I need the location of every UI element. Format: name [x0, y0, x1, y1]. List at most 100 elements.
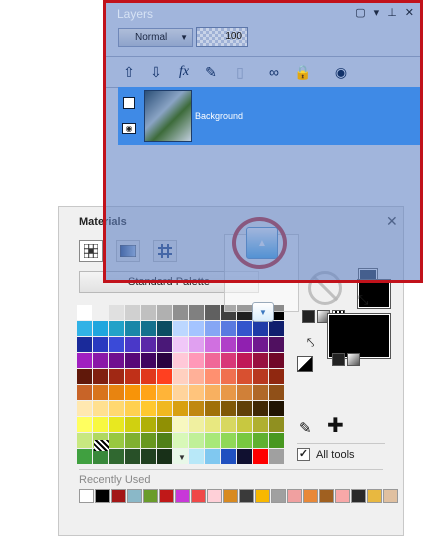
color-swatch[interactable]	[141, 385, 156, 400]
color-swatch[interactable]	[253, 321, 268, 336]
color-swatch[interactable]	[253, 433, 268, 448]
color-swatch[interactable]	[221, 369, 236, 384]
color-swatch[interactable]	[237, 449, 252, 464]
recent-color-swatch[interactable]	[335, 489, 350, 503]
recent-color-swatch[interactable]	[127, 489, 142, 503]
color-swatch[interactable]	[253, 353, 268, 368]
pin-icon[interactable]: ⊥	[387, 6, 397, 19]
solid-style-icon[interactable]	[332, 353, 345, 366]
color-swatch[interactable]	[77, 337, 92, 352]
color-swatch[interactable]	[269, 449, 284, 464]
color-swatch[interactable]	[205, 385, 220, 400]
color-swatch[interactable]	[109, 321, 124, 336]
color-swatch[interactable]	[141, 337, 156, 352]
color-swatch[interactable]	[237, 337, 252, 352]
color-swatch[interactable]	[173, 337, 188, 352]
color-swatch[interactable]	[77, 417, 92, 432]
color-swatch[interactable]	[157, 401, 172, 416]
color-swatch[interactable]	[125, 417, 140, 432]
move-layer-up-icon[interactable]: ⇧	[119, 62, 139, 82]
color-swatch[interactable]	[269, 433, 284, 448]
link-icon[interactable]: ∞	[264, 62, 284, 82]
color-swatch[interactable]	[125, 401, 140, 416]
color-swatch[interactable]	[173, 353, 188, 368]
layer-mask-icon[interactable]: ▯	[230, 62, 250, 82]
color-swatch[interactable]	[269, 401, 284, 416]
color-swatch[interactable]	[125, 337, 140, 352]
color-swatch[interactable]	[125, 385, 140, 400]
color-swatch[interactable]	[77, 433, 92, 448]
eyedropper-icon[interactable]: ✎	[299, 419, 312, 437]
pattern-swatch[interactable]	[94, 440, 109, 451]
color-swatch[interactable]	[77, 401, 92, 416]
background-color-swatch[interactable]	[327, 313, 391, 359]
color-swatch[interactable]	[221, 321, 236, 336]
recent-color-swatch[interactable]	[223, 489, 238, 503]
color-swatch[interactable]	[189, 449, 204, 464]
color-swatch[interactable]	[157, 321, 172, 336]
color-swatch[interactable]	[77, 385, 92, 400]
color-swatch[interactable]	[77, 321, 92, 336]
color-swatch[interactable]	[93, 337, 108, 352]
reset-colors-icon[interactable]	[297, 356, 313, 372]
color-swatch[interactable]	[125, 433, 140, 448]
color-swatch[interactable]	[205, 305, 220, 320]
color-swatch[interactable]	[141, 353, 156, 368]
color-swatch[interactable]	[237, 417, 252, 432]
color-swatch[interactable]	[93, 385, 108, 400]
color-swatch[interactable]	[141, 321, 156, 336]
color-swatch[interactable]	[109, 401, 124, 416]
color-swatch[interactable]	[157, 353, 172, 368]
color-swatch[interactable]	[237, 321, 252, 336]
dock-bottom-button[interactable]: ▼	[252, 302, 274, 322]
color-swatch[interactable]	[189, 321, 204, 336]
color-swatch[interactable]	[269, 369, 284, 384]
all-tools-option[interactable]: ✓ All tools	[297, 448, 355, 461]
color-swatch[interactable]	[93, 369, 108, 384]
color-swatch[interactable]	[173, 401, 188, 416]
menu-chevron-icon[interactable]: ▾	[374, 6, 380, 19]
color-swatch[interactable]	[173, 433, 188, 448]
color-swatch[interactable]	[189, 433, 204, 448]
color-swatch[interactable]	[141, 433, 156, 448]
color-swatch[interactable]	[77, 305, 92, 320]
color-swatch[interactable]	[125, 321, 140, 336]
color-swatch[interactable]	[157, 433, 172, 448]
color-swatch[interactable]	[173, 321, 188, 336]
color-swatch[interactable]	[109, 369, 124, 384]
recent-color-swatch[interactable]	[319, 489, 334, 503]
color-swatch[interactable]	[189, 305, 204, 320]
recent-color-swatch[interactable]	[287, 489, 302, 503]
color-swatch[interactable]	[253, 417, 268, 432]
color-swatch[interactable]	[205, 321, 220, 336]
color-swatch[interactable]	[141, 369, 156, 384]
recent-color-swatch[interactable]	[143, 489, 158, 503]
color-swatch[interactable]	[269, 385, 284, 400]
eye-icon[interactable]: ◉	[122, 123, 136, 134]
color-swatch[interactable]	[221, 385, 236, 400]
color-swatch[interactable]	[269, 353, 284, 368]
color-swatch[interactable]	[77, 449, 92, 464]
color-swatch[interactable]	[253, 337, 268, 352]
move-layer-down-icon[interactable]: ⇩	[146, 62, 166, 82]
color-swatch[interactable]	[189, 401, 204, 416]
color-swatch[interactable]	[173, 417, 188, 432]
color-swatch[interactable]	[125, 449, 140, 464]
color-swatch[interactable]	[189, 369, 204, 384]
color-swatch[interactable]	[93, 449, 108, 464]
recent-color-swatch[interactable]	[79, 489, 94, 503]
color-swatch[interactable]	[221, 353, 236, 368]
recent-color-swatch[interactable]	[111, 489, 126, 503]
color-swatch[interactable]	[157, 337, 172, 352]
color-swatch[interactable]	[77, 353, 92, 368]
close-icon[interactable]: ✕	[405, 6, 414, 19]
color-swatch[interactable]	[221, 449, 236, 464]
color-swatch[interactable]	[205, 449, 220, 464]
color-swatch[interactable]	[125, 305, 140, 320]
color-swatch[interactable]	[157, 417, 172, 432]
color-swatch[interactable]	[189, 337, 204, 352]
recent-color-swatch[interactable]	[207, 489, 222, 503]
color-swatch[interactable]	[221, 401, 236, 416]
color-swatch[interactable]	[109, 385, 124, 400]
color-swatch[interactable]	[141, 449, 156, 464]
